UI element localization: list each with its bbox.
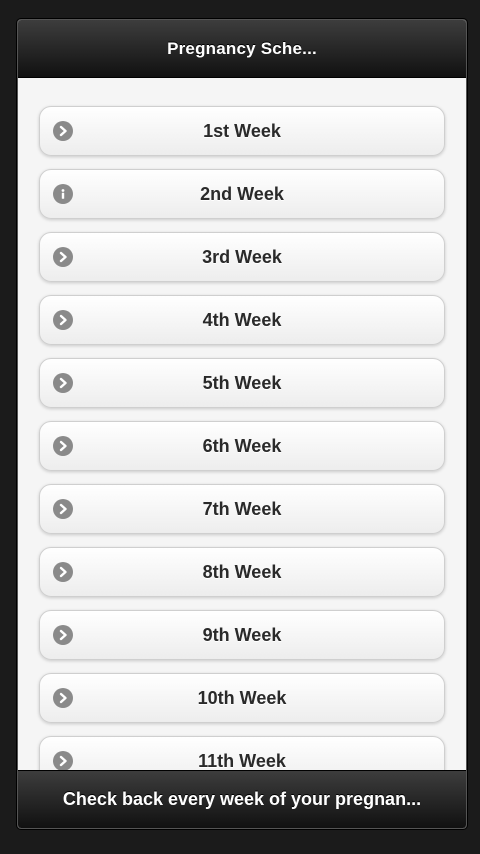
app-frame: Pregnancy Sche... 1st Week 2nd Week 3rd … xyxy=(17,19,467,829)
list-item-label: 3rd Week xyxy=(202,246,282,267)
list-item-label: 6th Week xyxy=(202,435,282,456)
list-item-week-3[interactable]: 3rd Week xyxy=(39,232,445,282)
arrow-right-icon xyxy=(53,436,73,456)
list-item-label: 11th Week xyxy=(198,750,286,771)
list-item-label: 10th Week xyxy=(197,687,287,708)
arrow-right-icon xyxy=(53,499,73,519)
list-item-week-2[interactable]: 2nd Week xyxy=(39,169,445,219)
list-item-label: 7th Week xyxy=(202,498,282,519)
list-item-week-11[interactable]: 11th Week xyxy=(39,736,445,770)
arrow-right-icon xyxy=(53,562,73,582)
info-icon xyxy=(53,184,73,204)
list-item-label: 2nd Week xyxy=(200,183,284,204)
list-item-week-10[interactable]: 10th Week xyxy=(39,673,445,723)
arrow-right-icon xyxy=(53,625,73,645)
footer-message: Check back every week of your pregnan... xyxy=(62,789,422,809)
header-bar: Pregnancy Sche... xyxy=(18,20,466,78)
list-item-label: 1st Week xyxy=(203,120,281,141)
list-item-week-9[interactable]: 9th Week xyxy=(39,610,445,660)
content-area[interactable]: 1st Week 2nd Week 3rd Week 4th Week 5th … xyxy=(18,78,466,770)
arrow-right-icon xyxy=(53,373,73,393)
list-item-week-4[interactable]: 4th Week xyxy=(39,295,445,345)
list-item-week-6[interactable]: 6th Week xyxy=(39,421,445,471)
list-item-week-5[interactable]: 5th Week xyxy=(39,358,445,408)
arrow-right-icon xyxy=(53,688,73,708)
week-list: 1st Week 2nd Week 3rd Week 4th Week 5th … xyxy=(39,106,445,770)
arrow-right-icon xyxy=(53,310,73,330)
list-item-week-8[interactable]: 8th Week xyxy=(39,547,445,597)
footer-bar: Check back every week of your pregnan... xyxy=(18,770,466,828)
arrow-right-icon xyxy=(53,751,73,770)
list-item-label: 4th Week xyxy=(202,309,282,330)
list-item-label: 9th Week xyxy=(202,624,282,645)
list-item-week-1[interactable]: 1st Week xyxy=(39,106,445,156)
arrow-right-icon xyxy=(53,121,73,141)
arrow-right-icon xyxy=(53,247,73,267)
list-item-week-7[interactable]: 7th Week xyxy=(39,484,445,534)
list-item-label: 5th Week xyxy=(202,372,282,393)
list-item-label: 8th Week xyxy=(202,561,282,582)
page-title: Pregnancy Sche... xyxy=(167,38,317,58)
